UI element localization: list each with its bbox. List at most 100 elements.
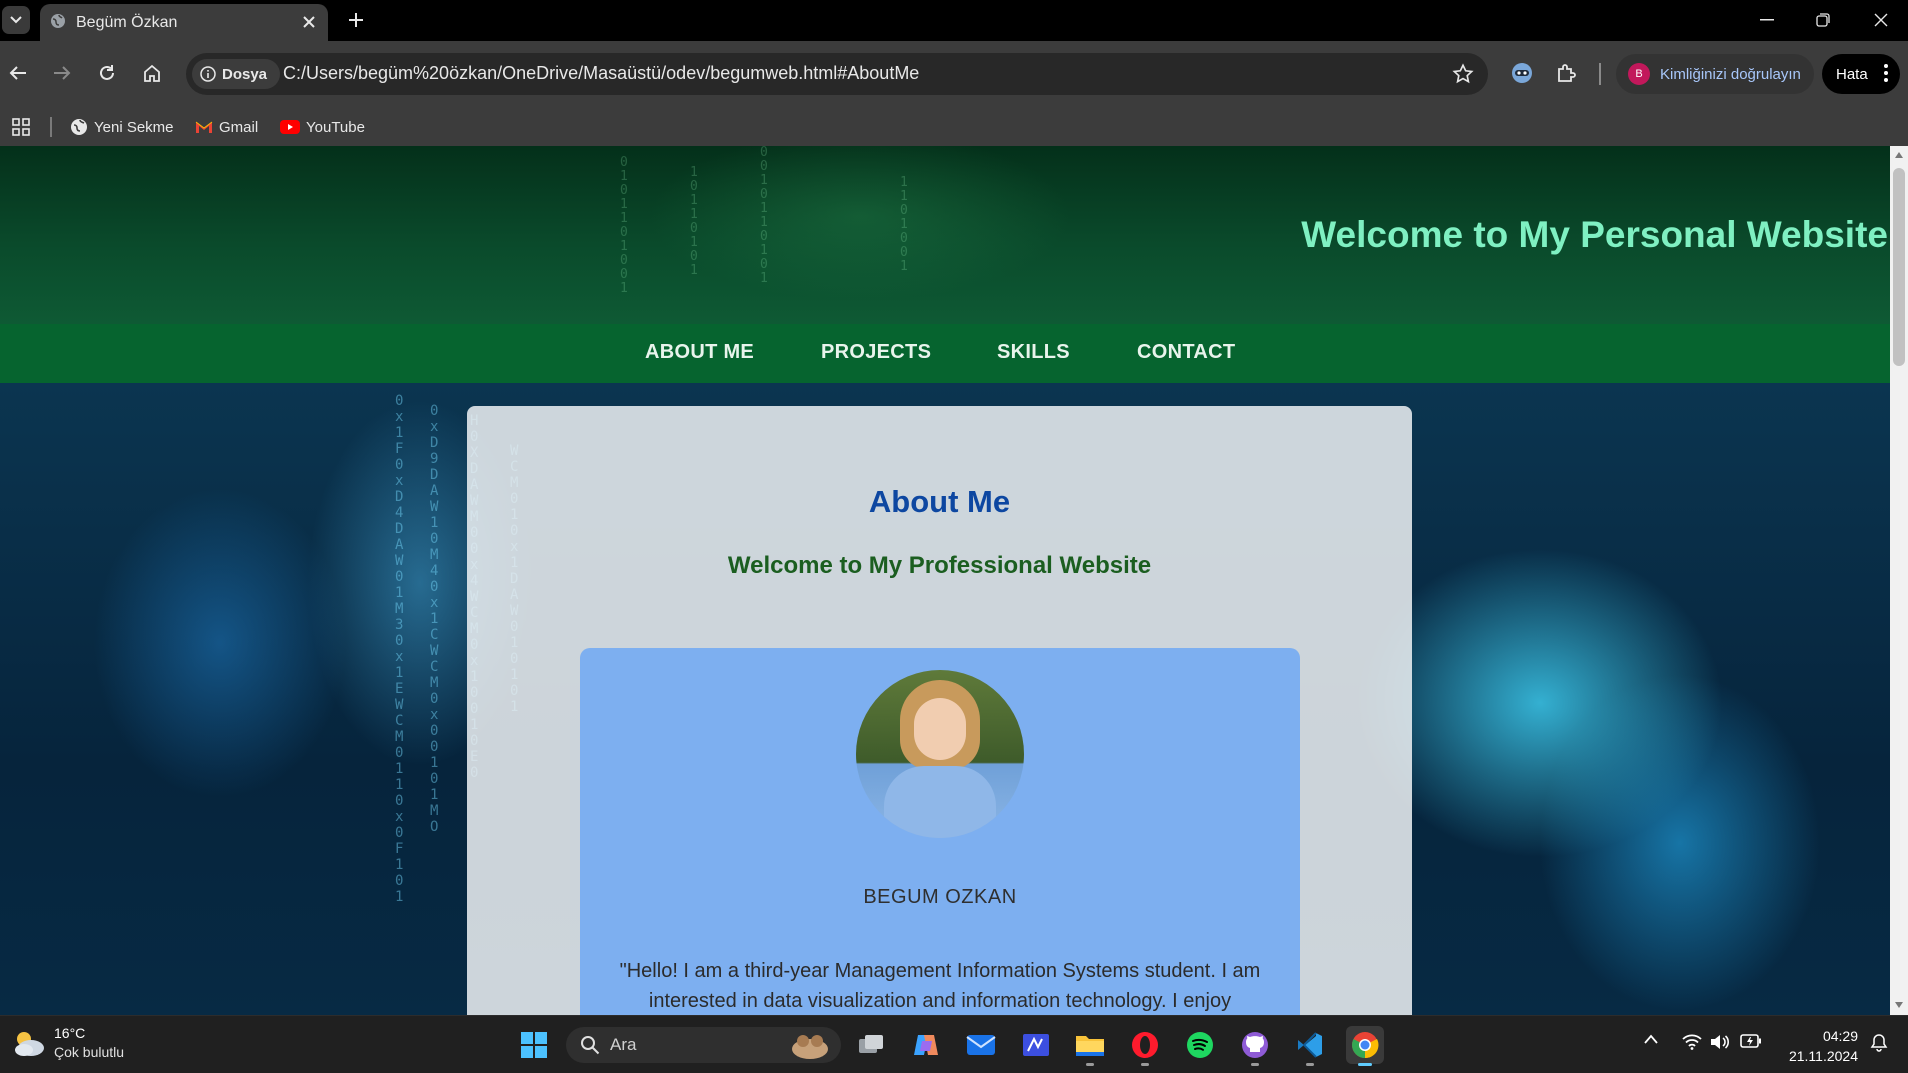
scroll-thumb[interactable] bbox=[1893, 168, 1905, 366]
apps-grid-icon[interactable] bbox=[12, 118, 30, 140]
system-clock[interactable]: 04:29 21.11.2024 bbox=[1778, 1026, 1858, 1066]
show-hidden-icons-chevron-icon[interactable] bbox=[1644, 1034, 1658, 1044]
more-vertical-icon bbox=[1884, 64, 1888, 86]
notification-bell-icon[interactable] bbox=[1870, 1034, 1888, 1052]
profile-photo bbox=[856, 670, 1024, 838]
extension-button[interactable] bbox=[1506, 57, 1538, 89]
about-me-section: About Me Welcome to My Professional Webs… bbox=[467, 406, 1412, 1015]
taskbar-mail[interactable] bbox=[962, 1026, 1000, 1064]
bookmarks-divider bbox=[50, 117, 52, 137]
reload-icon bbox=[100, 65, 114, 80]
site-header: 0 1 0 1 1 0 1 0 0 1 1 0 1 1 0 1 0 1 0 0 … bbox=[0, 146, 1890, 324]
main-nav: ABOUT ME PROJECTS SKILLS CONTACT bbox=[0, 324, 1890, 383]
close-icon bbox=[1874, 13, 1888, 27]
running-indicator bbox=[1086, 1063, 1094, 1066]
task-view-icon bbox=[859, 1035, 883, 1053]
site-chip-label: Dosya bbox=[222, 65, 268, 83]
back-button[interactable] bbox=[2, 57, 34, 89]
home-icon bbox=[144, 64, 160, 82]
bookmark-new-tab[interactable]: Yeni Sekme bbox=[70, 115, 174, 139]
puzzle-icon bbox=[1558, 64, 1576, 82]
site-info-chip[interactable]: Dosya bbox=[192, 59, 280, 89]
bookmark-label: Gmail bbox=[219, 118, 259, 136]
bookmark-star-icon[interactable] bbox=[1452, 63, 1474, 89]
scroll-down-arrow-icon[interactable] bbox=[1894, 1000, 1904, 1010]
close-window-button[interactable] bbox=[1866, 6, 1896, 34]
photo-face bbox=[914, 698, 966, 760]
weather-widget[interactable]: 16°C Çok bulutlu bbox=[12, 1025, 124, 1060]
search-highlight-icon bbox=[792, 1035, 828, 1059]
github-icon bbox=[1242, 1032, 1268, 1058]
chrome-globe-icon bbox=[71, 119, 87, 135]
site-title: Welcome to My Personal Website bbox=[1301, 214, 1888, 255]
clock-time: 04:29 bbox=[1822, 1028, 1858, 1044]
scroll-up-arrow-icon[interactable] bbox=[1894, 150, 1904, 160]
taskbar-github-desktop[interactable] bbox=[1236, 1026, 1274, 1066]
home-button[interactable] bbox=[136, 57, 168, 89]
bookmark-gmail[interactable]: Gmail bbox=[195, 115, 258, 139]
taskbar-file-explorer[interactable] bbox=[1071, 1026, 1109, 1066]
error-menu-button[interactable]: Hata bbox=[1822, 54, 1900, 94]
chevron-down-icon bbox=[10, 16, 22, 24]
visual-studio-icon bbox=[1023, 1034, 1049, 1056]
profile-card: BEGUM OZKAN "Hello! I am a third-year Ma… bbox=[580, 648, 1300, 1015]
taskbar-vscode[interactable] bbox=[1291, 1026, 1329, 1066]
bookmark-youtube[interactable]: YouTube bbox=[280, 115, 365, 139]
taskbar-chrome[interactable] bbox=[1346, 1026, 1384, 1066]
taskbar-visual-studio[interactable] bbox=[1017, 1026, 1055, 1064]
opera-icon bbox=[1132, 1032, 1158, 1058]
volume-icon[interactable] bbox=[1710, 1034, 1730, 1050]
taskbar-search[interactable]: Ara bbox=[566, 1027, 841, 1063]
youtube-icon bbox=[280, 120, 300, 134]
close-tab-icon[interactable] bbox=[302, 14, 316, 33]
forward-button[interactable] bbox=[46, 57, 78, 89]
forward-arrow-icon bbox=[54, 66, 71, 80]
extensions-menu-button[interactable] bbox=[1551, 57, 1583, 89]
back-arrow-icon bbox=[9, 66, 26, 80]
profile-bio: "Hello! I am a third-year Management Inf… bbox=[619, 960, 1261, 1012]
verify-identity-button[interactable]: B Kimliğinizi doğrulayın bbox=[1616, 54, 1814, 94]
clock-date: 21.11.2024 bbox=[1788, 1048, 1858, 1064]
restore-button[interactable] bbox=[1808, 6, 1838, 34]
bookmark-label: YouTube bbox=[306, 118, 365, 136]
matrix-decoration: 0x1F 0xD4 DAW 01 M3 0x1E WCM 011 0x0F 10… bbox=[395, 393, 404, 905]
address-bar[interactable]: Dosya C:/Users/begüm%20özkan/OneDrive/Ma… bbox=[186, 53, 1488, 95]
page-scrollbar[interactable] bbox=[1890, 146, 1908, 1015]
nav-contact[interactable]: CONTACT bbox=[1137, 341, 1235, 364]
windows-taskbar: 16°C Çok bulutlu Ara 04:29 21.11.2024 bbox=[0, 1015, 1908, 1073]
taskbar-task-view[interactable] bbox=[852, 1026, 890, 1064]
start-button[interactable] bbox=[515, 1026, 553, 1064]
search-icon bbox=[581, 1036, 600, 1055]
reload-button[interactable] bbox=[91, 57, 123, 89]
cloudy-weather-icon bbox=[15, 1031, 44, 1056]
url-text[interactable]: C:/Users/begüm%20özkan/OneDrive/Masaüstü… bbox=[283, 63, 919, 84]
plus-icon bbox=[349, 13, 363, 27]
tab-title: Begüm Özkan bbox=[76, 13, 178, 31]
browser-tab[interactable]: Begüm Özkan bbox=[40, 4, 328, 41]
tab-search-button[interactable] bbox=[2, 6, 30, 34]
nav-about-me[interactable]: ABOUT ME bbox=[645, 341, 754, 364]
nav-projects[interactable]: PROJECTS bbox=[821, 341, 931, 364]
folder-icon bbox=[1076, 1036, 1104, 1056]
minimize-button[interactable] bbox=[1752, 6, 1782, 34]
taskbar-opera[interactable] bbox=[1126, 1026, 1164, 1066]
matrix-decoration: 1 1 0 1 0 0 1 bbox=[900, 175, 908, 274]
gmail-icon bbox=[195, 121, 213, 133]
matrix-decoration: 0 0 1 0 1 1 0 1 0 1 bbox=[760, 146, 768, 286]
matrix-decoration: 0xD9 DAW 10 M4 0x1C WCM 0x0 0 101 MO bbox=[430, 403, 439, 835]
extension-face-icon bbox=[1512, 63, 1532, 83]
wifi-icon[interactable] bbox=[1682, 1034, 1702, 1050]
taskbar-copilot[interactable] bbox=[907, 1026, 945, 1064]
new-tab-button[interactable] bbox=[344, 8, 368, 32]
weather-temp: 16°C bbox=[54, 1025, 86, 1041]
taskbar-spotify[interactable] bbox=[1181, 1026, 1219, 1064]
restore-icon bbox=[1816, 13, 1830, 27]
nav-skills[interactable]: SKILLS bbox=[997, 341, 1070, 364]
section-title: About Me bbox=[868, 484, 1011, 519]
globe-icon bbox=[50, 13, 66, 33]
mail-icon bbox=[966, 1035, 996, 1055]
chrome-icon bbox=[1352, 1032, 1379, 1059]
spotify-icon bbox=[1187, 1032, 1213, 1058]
battery-icon[interactable] bbox=[1740, 1034, 1762, 1048]
matrix-decoration: 0 1 0 1 1 0 1 0 0 1 bbox=[620, 155, 628, 296]
